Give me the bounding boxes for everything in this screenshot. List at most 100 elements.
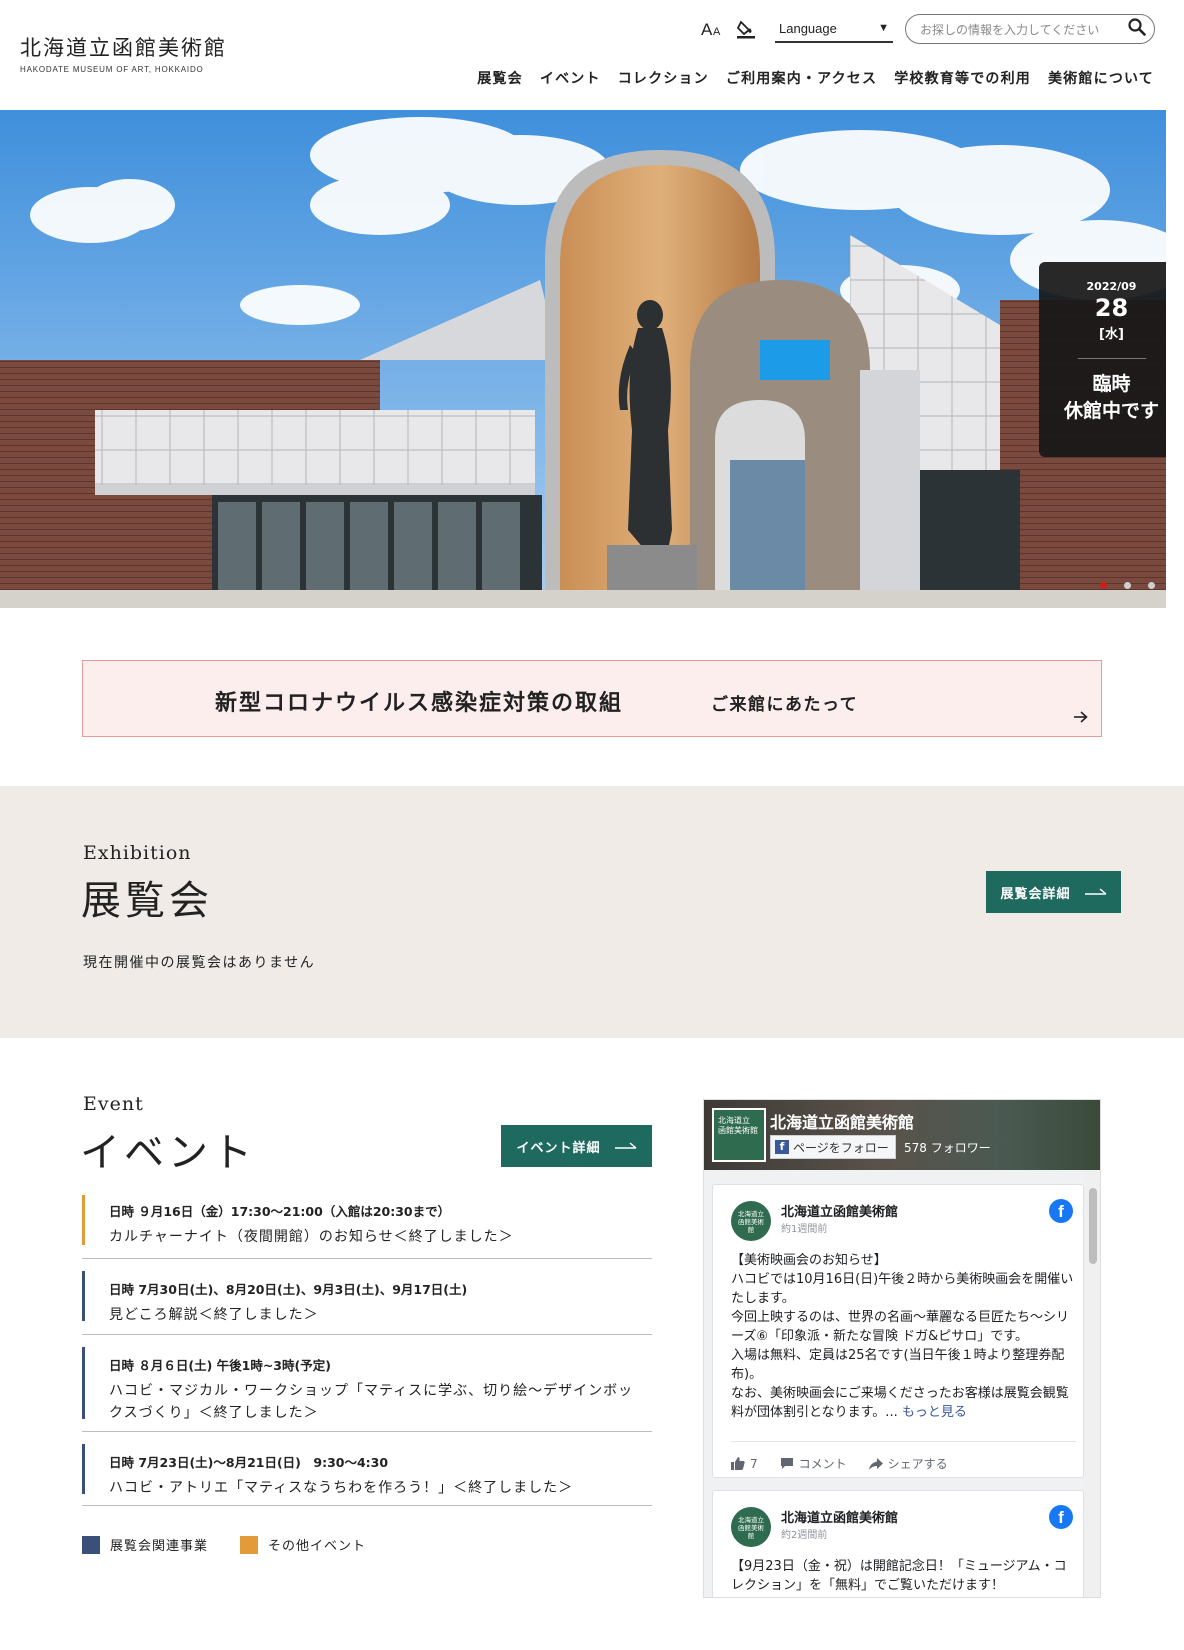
corona-banner[interactable]: 新型コロナウイルス感染症対策の取組 ご来館にあたって xyxy=(82,660,1102,737)
legend-swatch-other xyxy=(240,1535,259,1554)
facebook-logo-icon[interactable]: f xyxy=(1049,1505,1073,1529)
event-title[interactable]: ハコビ・アトリエ「マティスなうちわを作ろう！」＜終了しました＞ xyxy=(109,1477,642,1499)
comment-icon xyxy=(780,1458,793,1469)
legend-label-exhibition: 展覧会関連事業 xyxy=(110,1539,209,1554)
nav-exhibition[interactable]: 展覧会 xyxy=(477,68,523,88)
site-search[interactable]: お探しの情報を入力してください xyxy=(905,14,1155,44)
facebook-share-label: シェアする xyxy=(887,1457,948,1471)
notice-day: 28 xyxy=(1094,294,1129,322)
long-arrow-right-icon xyxy=(1084,885,1107,900)
nav-about[interactable]: 美術館について xyxy=(1048,68,1154,88)
facebook-post-time[interactable]: 約1週間前 xyxy=(781,1220,827,1235)
slider-dot-3[interactable] xyxy=(1148,582,1155,589)
event-item[interactable]: 日時 7月30日(土)、8月20日(土)、9月3日(土)、9月17日(土) 見ど… xyxy=(82,1259,652,1335)
museum-photo xyxy=(0,110,1166,608)
facebook-post: 北海道立 函館美術館 北海道立函館美術館 約2週間前 f 【9月23日（金・祝）… xyxy=(712,1490,1084,1597)
event-category-bar xyxy=(82,1271,85,1321)
facebook-post-avatar[interactable]: 北海道立 函館美術館 xyxy=(731,1507,771,1547)
logo-japanese: 北海道立函館美術館 xyxy=(20,36,227,60)
facebook-post: 北海道立 函館美術館 北海道立函館美術館 約1週間前 f 【美術映画会のお知らせ… xyxy=(712,1184,1084,1478)
notice-date: 2022/09 xyxy=(1086,280,1137,293)
site-header: 北海道立函館美術館 HAKODATE MUSEUM OF ART, HOKKAI… xyxy=(0,0,1184,110)
legend-label-other: その他イベント xyxy=(268,1539,367,1554)
facebook-see-more-link[interactable]: もっと見る xyxy=(902,1405,967,1420)
exhibition-empty-message: 現在開催中の展覧会はありません xyxy=(83,955,316,971)
facebook-post-body: 【美術映画会のお知らせ】 ハコビでは10月16日(日)午後２時から美術映画会を開… xyxy=(731,1253,1074,1420)
slider-dots xyxy=(1100,582,1172,589)
facebook-post-author[interactable]: 北海道立函館美術館 xyxy=(781,1507,898,1526)
event-item[interactable]: 日時 ９月16日（金）17:30～21:00（入館は20:30まで） カルチャー… xyxy=(82,1193,652,1259)
event-heading-jp: イベント xyxy=(80,1130,256,1176)
facebook-scrollbar[interactable] xyxy=(1086,1170,1100,1597)
facebook-follower-count: 578 フォロワー xyxy=(904,1141,991,1155)
facebook-like-count: 7 xyxy=(750,1456,758,1471)
event-date: 日時 7月30日(土)、8月20日(土)、9月3日(土)、9月17日(土) xyxy=(109,1282,468,1297)
facebook-widget: 北海道立 函館美術館 北海道立函館美術館 f ページをフォロー 578 フォロワ… xyxy=(703,1099,1101,1598)
facebook-comment-label: コメント xyxy=(798,1457,847,1471)
event-category-bar xyxy=(82,1347,85,1419)
header-tools: AA Language ▼ お探しの情報を入力してください xyxy=(699,14,1155,44)
nav-school[interactable]: 学校教育等での利用 xyxy=(894,68,1031,88)
share-icon xyxy=(868,1457,883,1470)
facebook-like-button[interactable]: 7 xyxy=(731,1455,758,1472)
site-logo[interactable]: 北海道立函館美術館 HAKODATE MUSEUM OF ART, HOKKAI… xyxy=(20,32,227,74)
event-legend: 展覧会関連事業 その他イベント xyxy=(82,1535,398,1554)
event-date: 日時 7月23日(土)～8月21日(日) 9:30～4:30 xyxy=(109,1455,389,1470)
facebook-post-actions: 7 コメント シェアする xyxy=(731,1441,1076,1472)
event-detail-button[interactable]: イベント詳細 xyxy=(501,1125,652,1167)
svg-text:A: A xyxy=(713,26,721,38)
event-date: 日時 ９月16日（金）17:30～21:00（入館は20:30まで） xyxy=(109,1204,451,1219)
logo-english: HAKODATE MUSEUM OF ART, HOKKAIDO xyxy=(20,65,204,74)
slider-dot-2[interactable] xyxy=(1124,582,1131,589)
exhibition-heading-en: Exhibition xyxy=(83,842,192,864)
facebook-logo-icon[interactable]: f xyxy=(1049,1199,1073,1223)
facebook-post-avatar[interactable]: 北海道立 函館美術館 xyxy=(731,1201,771,1241)
exhibition-heading-jp: 展覧会 xyxy=(81,878,213,924)
notice-weekday: [水] xyxy=(1099,327,1124,342)
facebook-header: 北海道立 函館美術館 北海道立函館美術館 f ページをフォロー 578 フォロワ… xyxy=(704,1100,1100,1170)
facebook-share-button[interactable]: シェアする xyxy=(868,1455,948,1472)
slider-dot-1[interactable] xyxy=(1100,582,1107,589)
font-size-icon[interactable]: AA xyxy=(699,16,725,42)
nav-access[interactable]: ご利用案内・アクセス xyxy=(726,68,877,88)
event-item[interactable]: 日時 ８月６日(土) 午後1時~3時(予定) ハコビ・マジカル・ワークショップ「… xyxy=(82,1335,652,1432)
facebook-page-name[interactable]: 北海道立函館美術館 xyxy=(770,1109,914,1133)
thumbs-up-icon xyxy=(731,1457,745,1470)
facebook-follow-button[interactable]: f ページをフォロー xyxy=(770,1135,896,1159)
search-input[interactable]: お探しの情報を入力してください xyxy=(920,21,1128,38)
long-arrow-right-icon xyxy=(614,1139,637,1154)
event-heading-en: Event xyxy=(83,1093,144,1115)
facebook-post-author[interactable]: 北海道立函館美術館 xyxy=(781,1201,898,1220)
facebook-page-thumbnail[interactable]: 北海道立 函館美術館 xyxy=(712,1108,766,1162)
event-title[interactable]: ハコビ・マジカル・ワークショップ「マティスに学ぶ、切り絵～デザインボックスづくり… xyxy=(109,1380,642,1424)
dropdown-arrow-icon: ▼ xyxy=(878,22,889,34)
event-item[interactable]: 日時 7月23日(土)～8月21日(日) 9:30～4:30 ハコビ・アトリエ「… xyxy=(82,1432,652,1506)
event-category-bar xyxy=(82,1195,85,1245)
hero-slider[interactable]: 2022/09 28 [水] 臨時 休館中です xyxy=(0,110,1166,608)
language-select[interactable]: Language ▼ xyxy=(775,15,893,43)
exhibition-detail-button[interactable]: 展覧会詳細 xyxy=(986,871,1121,913)
search-icon[interactable] xyxy=(1128,18,1146,40)
color-contrast-icon[interactable] xyxy=(733,16,759,42)
facebook-post-text: 【9月23日（金・祝）は開館記念日！「ミュージアム・コレクション」を「無料」でご… xyxy=(731,1559,1067,1593)
exhibition-section: Exhibition 展覧会 展覧会詳細 現在開催中の展覧会はありません xyxy=(0,786,1184,1038)
closed-notice-badge: 2022/09 28 [水] 臨時 休館中です xyxy=(1039,262,1166,457)
facebook-post-time[interactable]: 約2週間前 xyxy=(781,1526,827,1541)
corona-title: 新型コロナウイルス感染症対策の取組 xyxy=(215,691,624,716)
legend-swatch-exhibition xyxy=(82,1535,100,1554)
nav-collection[interactable]: コレクション xyxy=(618,68,709,88)
event-detail-label: イベント詳細 xyxy=(516,1140,601,1156)
exhibition-detail-label: 展覧会詳細 xyxy=(1000,886,1071,902)
svg-text:A: A xyxy=(701,20,713,38)
notice-divider xyxy=(1077,358,1146,359)
corona-subtitle: ご来館にあたって xyxy=(711,695,859,715)
facebook-comment-button[interactable]: コメント xyxy=(780,1455,847,1472)
arrow-right-icon xyxy=(1074,708,1088,727)
nav-event[interactable]: イベント xyxy=(540,68,601,88)
facebook-scrollbar-thumb[interactable] xyxy=(1089,1188,1097,1264)
notice-message-line1: 臨時 xyxy=(1092,373,1131,395)
event-category-bar xyxy=(82,1444,85,1494)
event-title[interactable]: 見どころ解説＜終了しました＞ xyxy=(109,1304,642,1326)
facebook-f-icon: f xyxy=(775,1140,789,1154)
event-title[interactable]: カルチャーナイト（夜間開館）のお知らせ＜終了しました＞ xyxy=(109,1226,642,1248)
